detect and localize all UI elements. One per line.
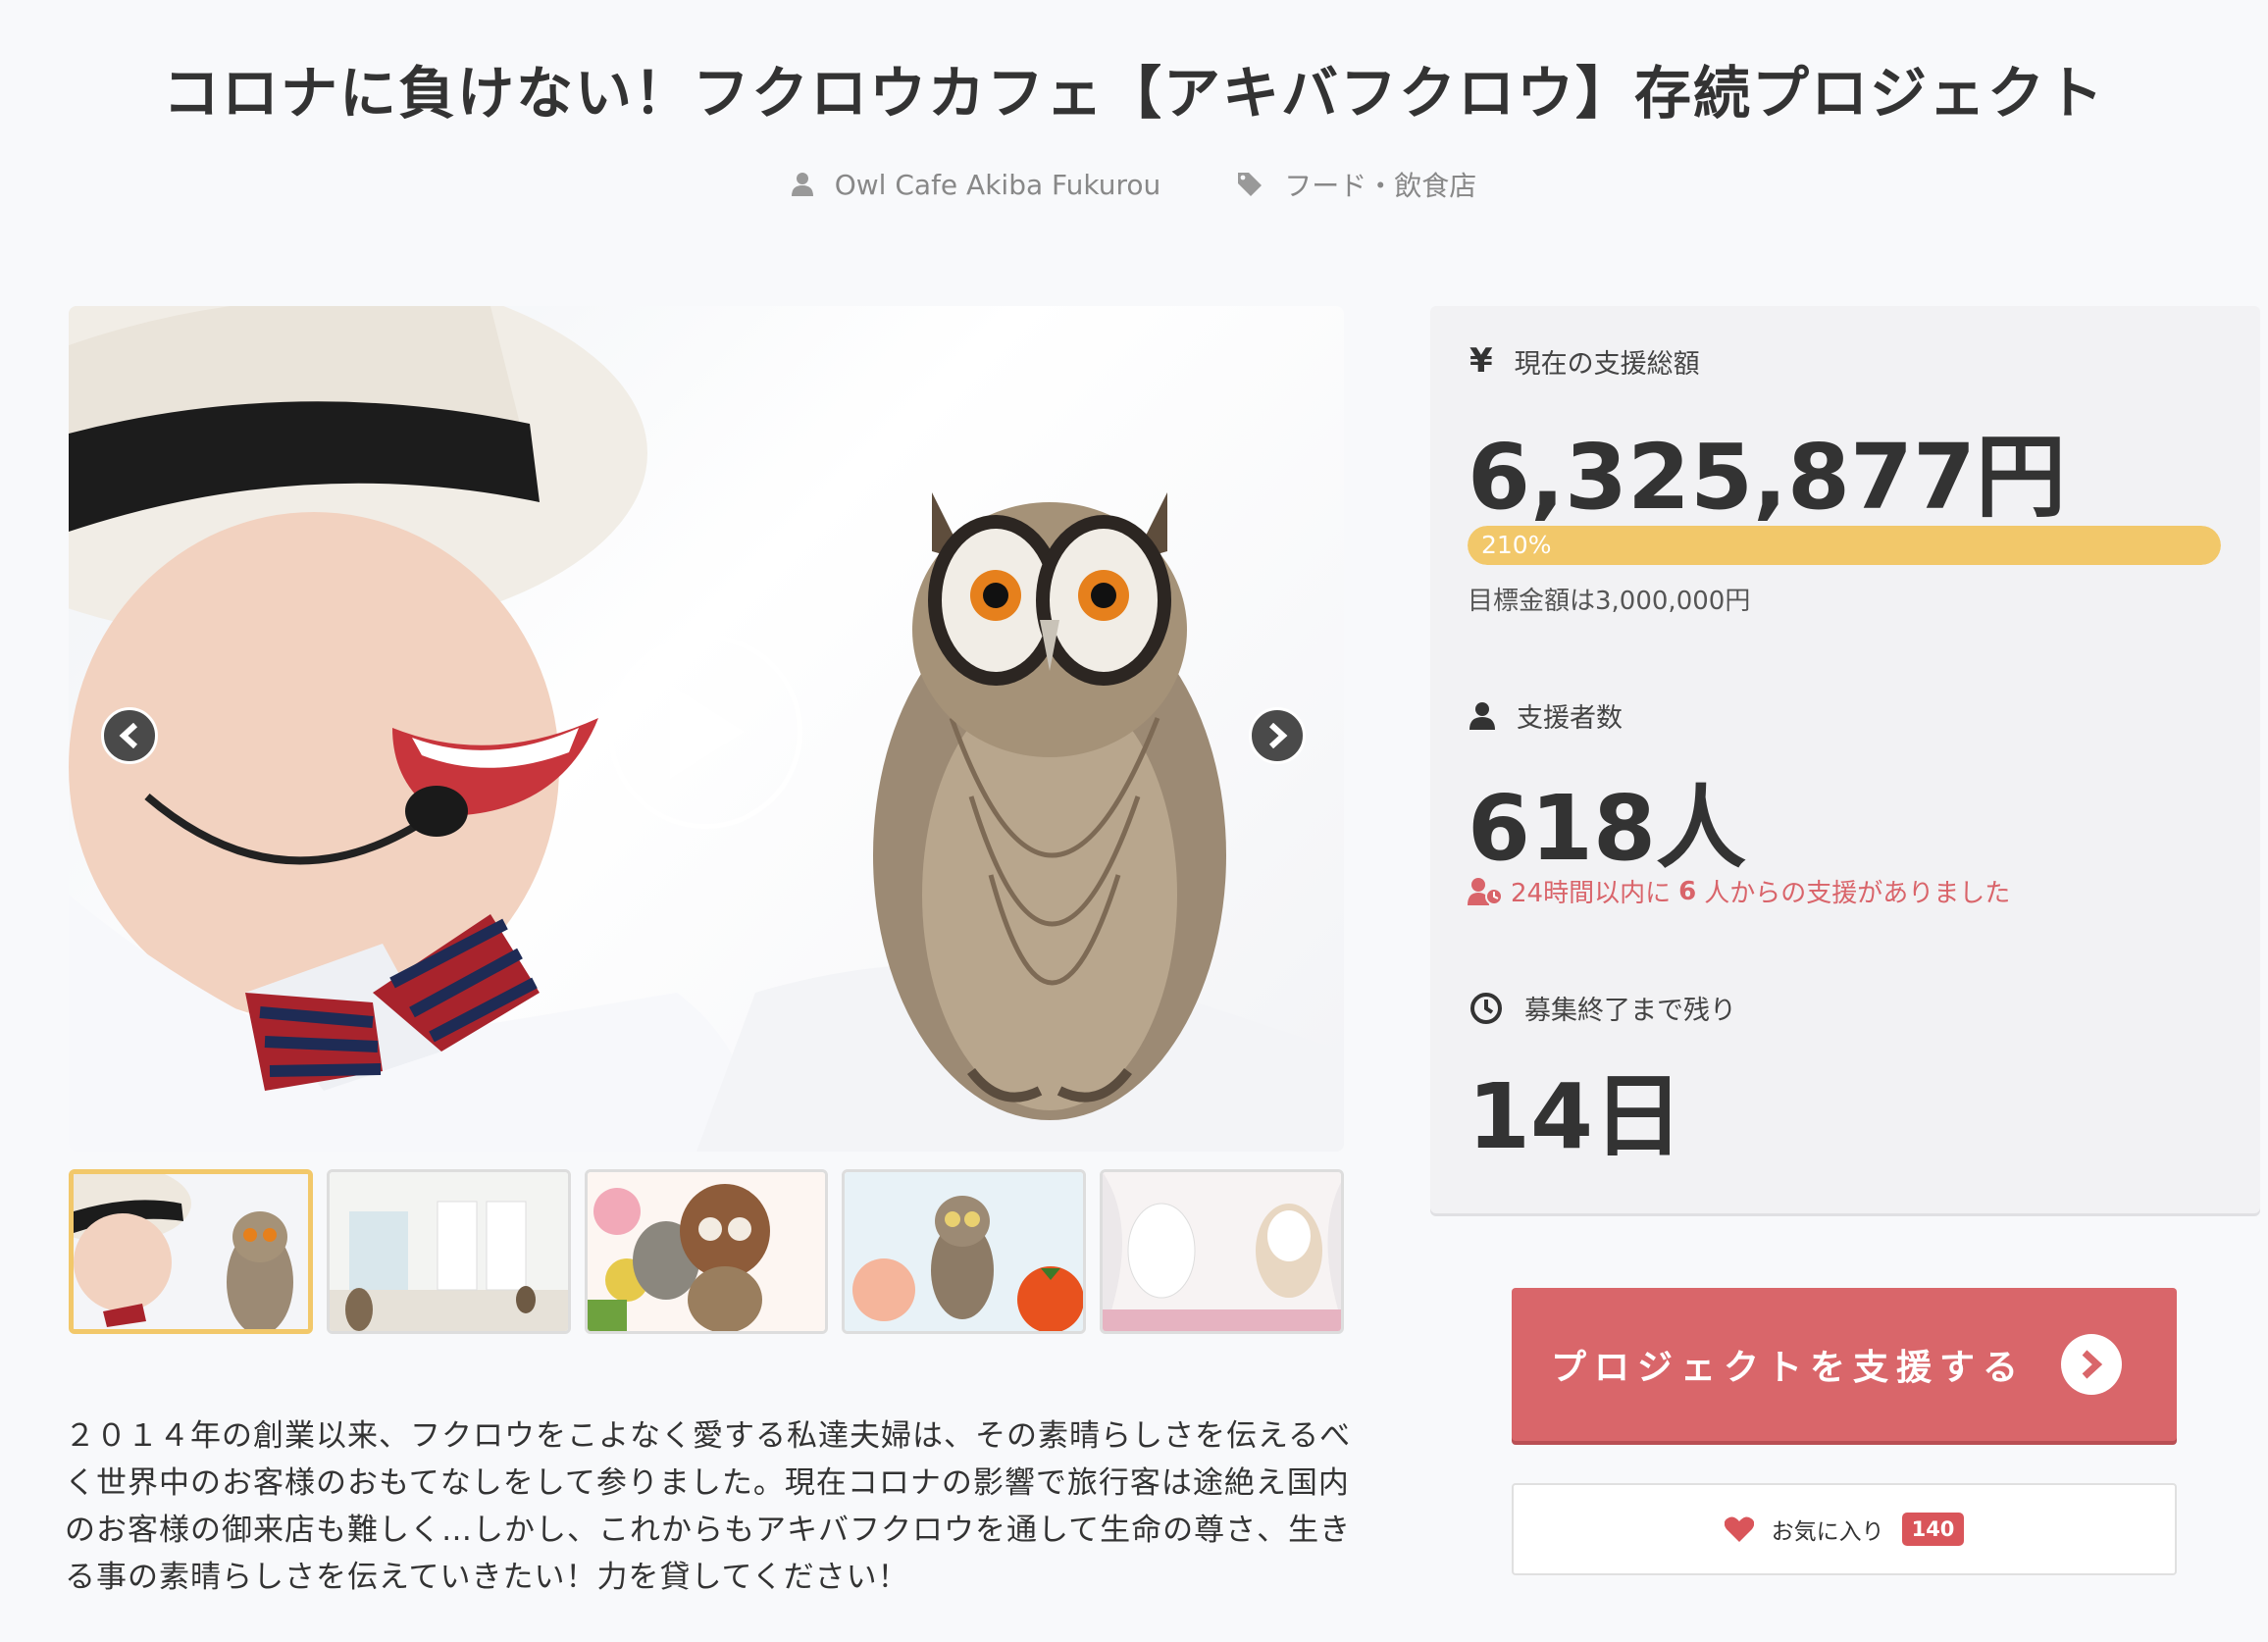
thumbnail-1[interactable] xyxy=(69,1169,313,1334)
remaining-value: 14日 xyxy=(1468,1064,1684,1169)
amount-label: 現在の支援総額 xyxy=(1514,348,1700,380)
progress-bar: 210% xyxy=(1468,526,2221,565)
remaining-label: 募集終了まで残り xyxy=(1524,996,1736,1026)
goal-text: 目標金額は3,000,000円 xyxy=(1468,587,1751,616)
user-icon xyxy=(1469,701,1495,730)
tag-icon xyxy=(1238,173,1263,196)
remaining-label-row: 募集終了まで残り xyxy=(1469,989,1736,1027)
support-button-label: プロジェクトを支援する xyxy=(1551,1348,2027,1388)
prev-slide-button[interactable] xyxy=(101,707,158,764)
thumbnail-2[interactable] xyxy=(326,1169,571,1334)
recent-prefix: 24時間以内に xyxy=(1511,879,1672,908)
category-name: フード・飲食店 xyxy=(1284,170,1477,202)
yen-icon: ¥ xyxy=(1469,341,1493,381)
progress-fill: 210% xyxy=(1468,526,2221,565)
owner-name: Owl Cafe Akiba Fukurou xyxy=(834,168,1161,201)
thumbnail-strip xyxy=(69,1169,1344,1334)
thumbnail-4[interactable] xyxy=(842,1169,1087,1334)
heart-icon xyxy=(1724,1516,1754,1542)
recent-suffix: 人からの支援がありました xyxy=(1704,879,2011,908)
project-meta: Owl Cafe Akiba Fukurou フード・飲食店 xyxy=(0,165,2268,204)
amount-label-row: ¥ 現在の支援総額 xyxy=(1469,341,1700,381)
thumbnail-image xyxy=(73,1174,308,1329)
chevron-right-icon xyxy=(1268,723,1288,748)
favorite-count-badge: 140 xyxy=(1901,1513,1965,1546)
category-link[interactable]: フード・飲食店 xyxy=(1237,165,1476,204)
amount-value: 6,325,877円 xyxy=(1468,425,2066,530)
thumbnail-5[interactable] xyxy=(1100,1169,1344,1334)
thumbnail-image xyxy=(845,1172,1084,1331)
recent-support-notice: 24時間以内に 6 人からの支援がありました xyxy=(1468,873,2010,909)
favorite-button[interactable]: お気に入り 140 xyxy=(1512,1483,2177,1575)
project-description: ２０１４年の創業以来、フクロウをこよなく愛する私達夫婦は、その素晴らしさを伝える… xyxy=(65,1418,1352,1595)
thumbnail-image xyxy=(329,1172,568,1331)
stats-panel: ¥ 現在の支援総額 6,325,877円 210% 目標金額は3,000,000… xyxy=(1430,306,2260,1213)
play-icon xyxy=(670,685,745,779)
support-project-button[interactable]: プロジェクトを支援する xyxy=(1512,1288,2177,1441)
next-slide-button[interactable] xyxy=(1249,707,1306,764)
chevron-right-circle-icon xyxy=(2061,1334,2122,1395)
play-video-button[interactable] xyxy=(608,635,802,829)
thumbnail-image xyxy=(1103,1172,1341,1331)
user-icon xyxy=(791,173,813,196)
thumbnail-image xyxy=(587,1172,826,1331)
supporters-label: 支援者数 xyxy=(1517,703,1623,734)
supporters-label-row: 支援者数 xyxy=(1469,696,1623,735)
chevron-left-icon xyxy=(119,723,138,748)
user-clock-icon xyxy=(1468,877,1503,905)
main-media-viewer[interactable] xyxy=(69,306,1344,1152)
owner-link[interactable]: Owl Cafe Akiba Fukurou xyxy=(791,165,1161,204)
clock-icon xyxy=(1470,992,1502,1024)
favorite-label: お気に入り xyxy=(1771,1519,1884,1545)
page-title: コロナに負けない！フクロウカフェ【アキバフクロウ】存続プロジェクト xyxy=(162,60,2105,127)
thumbnail-3[interactable] xyxy=(584,1169,829,1334)
supporters-value: 618人 xyxy=(1468,776,1747,881)
recent-count: 6 xyxy=(1678,876,1697,906)
